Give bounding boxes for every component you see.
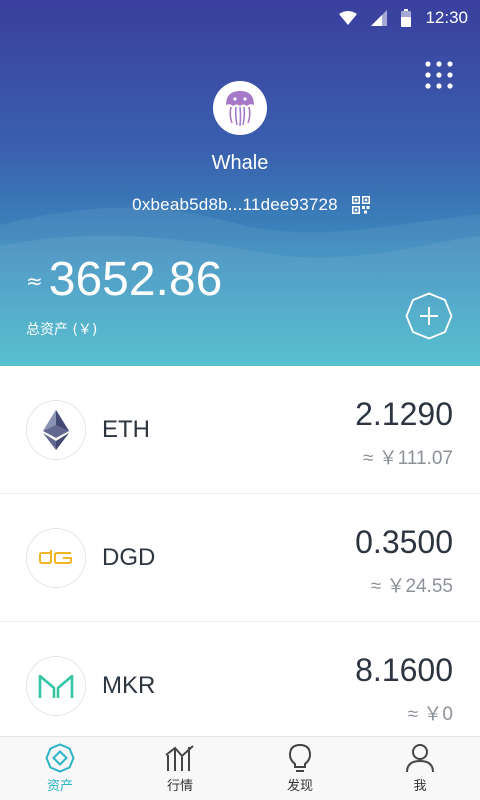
total-assets-value: 3652.86 — [48, 253, 223, 306]
wallet-address-row: 0xbeab5d8b...11dee93728 — [0, 195, 480, 215]
app-grid-menu-icon[interactable] — [424, 60, 454, 90]
maker-icon — [38, 674, 74, 698]
total-assets-row: ≈ 3652.86 — [26, 252, 222, 307]
nav-label: 行情 — [166, 779, 193, 794]
nav-label: 资产 — [46, 779, 73, 794]
token-list: ETH 2.1290 ≈ ￥111.07 DGD 0.3500 ≈ ￥24.55… — [0, 366, 480, 736]
nav-tab-me[interactable]: 我 — [360, 737, 480, 800]
nav-label: 发现 — [286, 779, 313, 794]
qr-code-icon[interactable] — [351, 196, 370, 214]
ethereum-icon — [43, 410, 69, 450]
token-fiat-value: ≈ ￥0 — [407, 704, 453, 725]
wallet-header: 12:30 Whale 0xbeab5d8b...11dee93728 ≈ 36… — [0, 0, 480, 366]
token-symbol: ETH — [102, 416, 150, 443]
digixdao-icon — [39, 550, 72, 564]
token-fiat-value: ≈ ￥24.55 — [370, 576, 453, 597]
wallet-address[interactable]: 0xbeab5d8b...11dee93728 — [132, 195, 338, 215]
person-icon — [406, 744, 434, 773]
token-fiat-value: ≈ ￥111.07 — [363, 448, 453, 469]
approx-symbol: ≈ — [26, 268, 43, 293]
status-bar: 12:30 — [0, 0, 480, 36]
jellyfish-avatar-icon — [226, 91, 254, 127]
lightbulb-icon — [288, 743, 312, 772]
wifi-icon — [339, 11, 358, 25]
token-row-eth[interactable]: ETH 2.1290 ≈ ￥111.07 — [0, 366, 480, 494]
token-amount: 2.1290 — [355, 396, 453, 432]
total-assets-label: 总资产 (￥) — [26, 322, 98, 338]
wallet-avatar[interactable] — [213, 81, 267, 135]
wallet-name: Whale — [211, 152, 269, 174]
token-row-dgd[interactable]: DGD 0.3500 ≈ ￥24.55 — [0, 494, 480, 622]
assets-icon — [45, 743, 75, 773]
add-token-button[interactable] — [405, 292, 453, 340]
token-amount: 0.3500 — [355, 524, 453, 560]
token-symbol: MKR — [102, 672, 156, 699]
nav-tab-assets[interactable]: 资产 — [0, 737, 120, 800]
nav-label: 我 — [413, 779, 427, 794]
token-logo — [26, 400, 86, 460]
token-row-mkr[interactable]: MKR 8.1600 ≈ ￥0 — [0, 622, 480, 736]
token-logo — [26, 528, 86, 588]
bottom-navigation: 资产 行情 发现 我 — [0, 736, 480, 800]
token-logo — [26, 656, 86, 716]
battery-icon — [401, 9, 412, 27]
nav-tab-market[interactable]: 行情 — [120, 737, 240, 800]
market-chart-icon — [165, 745, 194, 771]
token-symbol: DGD — [102, 544, 156, 571]
token-amount: 8.1600 — [355, 652, 453, 688]
status-time: 12:30 — [425, 8, 468, 27]
cellular-signal-icon — [371, 10, 388, 26]
nav-tab-discover[interactable]: 发现 — [240, 737, 360, 800]
